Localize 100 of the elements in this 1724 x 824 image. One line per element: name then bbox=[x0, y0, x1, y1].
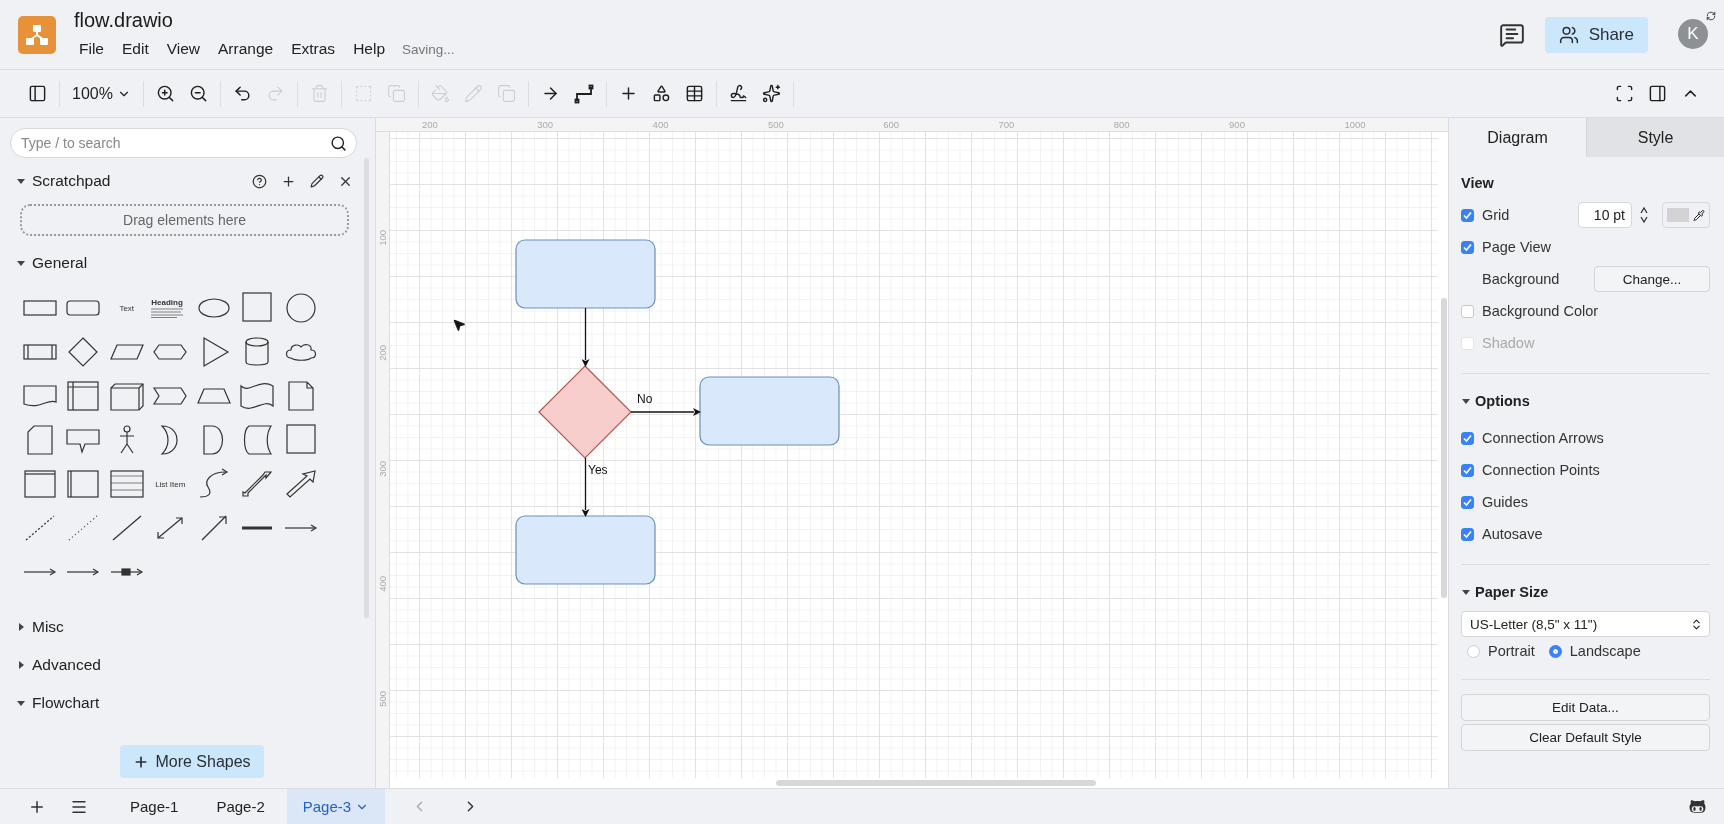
checkbox[interactable] bbox=[1461, 304, 1474, 318]
option-label: Autosave bbox=[1482, 526, 1544, 542]
option-label: Portrait bbox=[1488, 643, 1535, 659]
change-button[interactable]: Change... bbox=[1594, 266, 1710, 292]
scrollbar[interactable] bbox=[776, 780, 1096, 786]
connector-icon bbox=[66, 568, 101, 576]
section-title: View bbox=[1461, 174, 1495, 193]
ruler-label: 200 bbox=[377, 345, 389, 362]
comment-icon bbox=[1498, 21, 1525, 48]
tape-icon bbox=[239, 380, 276, 412]
cat-icon bbox=[1689, 798, 1706, 815]
checkmark-icon bbox=[1463, 242, 1472, 252]
checkbox[interactable] bbox=[1461, 208, 1474, 222]
cursor-icon bbox=[452, 318, 466, 332]
ruler-label: 600 bbox=[883, 118, 901, 131]
panel-tab[interactable]: Style bbox=[1586, 118, 1724, 157]
zoom-dropdown[interactable]: 100% bbox=[68, 80, 135, 107]
sync-icon bbox=[1706, 10, 1716, 21]
section-title[interactable]: Scratchpad bbox=[32, 172, 242, 190]
ruler-label: 300 bbox=[537, 118, 555, 131]
section-title[interactable]: General bbox=[32, 254, 357, 272]
help-icon bbox=[252, 173, 267, 189]
menu-item[interactable]: Arrange bbox=[211, 38, 281, 60]
checkbox[interactable] bbox=[1461, 495, 1474, 509]
option-label: Connection Arrows bbox=[1482, 430, 1605, 446]
ruler-label: 400 bbox=[652, 118, 670, 131]
paper-size-select[interactable]: US-Letter (8,5" x 11") bbox=[1461, 611, 1710, 637]
ruler-label: 800 bbox=[1113, 118, 1131, 131]
chevron-updown-icon bbox=[1690, 617, 1703, 631]
radio-button[interactable] bbox=[1467, 644, 1480, 658]
checkmark-icon bbox=[1463, 529, 1472, 539]
thick-line-icon bbox=[240, 524, 275, 532]
pencil-icon bbox=[310, 174, 324, 188]
option-label: Shadow bbox=[1482, 335, 1536, 351]
checkmark-icon bbox=[1463, 465, 1472, 475]
page-tab[interactable]: Page-2 bbox=[200, 788, 281, 824]
internal-storage-icon bbox=[65, 380, 102, 412]
spinner-arrows-icon bbox=[1640, 206, 1648, 224]
container-icon bbox=[21, 468, 58, 500]
ruler-label: 1000 bbox=[1344, 118, 1367, 131]
ruler-label: 400 bbox=[377, 575, 389, 592]
checkbox[interactable] bbox=[1461, 240, 1474, 254]
share-button[interactable]: Share bbox=[1544, 16, 1648, 53]
shape-label: Text bbox=[119, 303, 135, 313]
checkbox[interactable] bbox=[1461, 431, 1474, 445]
checkmark-icon bbox=[1463, 497, 1472, 507]
page-tab[interactable]: Page-1 bbox=[114, 788, 195, 824]
menu-item[interactable]: Help bbox=[346, 38, 392, 60]
eyedropper-icon bbox=[1693, 208, 1705, 222]
edge-label: No bbox=[637, 392, 653, 406]
text-lines-icon bbox=[151, 308, 184, 318]
panel-button[interactable]: Clear Default Style bbox=[1461, 724, 1710, 751]
ruler-label: 500 bbox=[377, 691, 389, 708]
edge-label: Yes bbox=[588, 463, 608, 477]
section-title[interactable]: Misc bbox=[32, 618, 357, 636]
file-title[interactable]: flow.drawio bbox=[72, 9, 1479, 32]
connector-arrow bbox=[630, 408, 701, 416]
section-title[interactable]: Paper Size bbox=[1475, 576, 1549, 608]
cube-icon bbox=[108, 380, 145, 412]
plus-icon bbox=[281, 173, 296, 189]
shape-label: List Item bbox=[155, 479, 186, 489]
swimlane-icon bbox=[65, 468, 102, 500]
ruler-label: 200 bbox=[422, 118, 439, 131]
menu-item[interactable]: Edit bbox=[115, 38, 156, 60]
connector-icon bbox=[22, 568, 57, 576]
connector-arrow bbox=[581, 457, 590, 517]
checkmark-icon bbox=[1463, 210, 1472, 220]
menu-item[interactable]: View bbox=[159, 38, 208, 60]
checkmark-icon bbox=[1463, 433, 1472, 443]
more-shapes-button[interactable]: More Shapes bbox=[120, 745, 264, 778]
ruler-label: 700 bbox=[998, 118, 1016, 131]
search-icon bbox=[330, 135, 347, 152]
grid-color-button[interactable] bbox=[1662, 202, 1710, 228]
checkbox[interactable] bbox=[1461, 463, 1474, 477]
ruler-label: 500 bbox=[767, 118, 785, 131]
ruler-label: 100 bbox=[377, 230, 389, 246]
option-label: Grid bbox=[1482, 207, 1511, 223]
shape-label: Heading bbox=[151, 298, 184, 307]
option-label: Background Color bbox=[1482, 303, 1600, 319]
menu-item[interactable]: Extras bbox=[284, 38, 343, 60]
scrollbar[interactable] bbox=[1441, 298, 1447, 598]
search-field[interactable]: Type / to search bbox=[10, 128, 357, 158]
option-label: Page View bbox=[1482, 239, 1553, 255]
save-status: Saving... bbox=[402, 41, 455, 57]
grid-size-field[interactable]: 10 pt bbox=[1578, 202, 1632, 228]
connector-box-icon bbox=[109, 568, 144, 576]
section-title[interactable]: Flowchart bbox=[32, 694, 357, 712]
drawing-canvas[interactable]: 200 300 400 500 600 700 800 900 1000 100 200 300 400 500 No Yes bbox=[376, 118, 1448, 788]
checkbox[interactable] bbox=[1461, 527, 1474, 541]
connector-arrow bbox=[581, 307, 590, 367]
menu-item[interactable]: File bbox=[72, 38, 111, 60]
section-title[interactable]: Advanced bbox=[32, 656, 357, 674]
section-title[interactable]: Options bbox=[1475, 385, 1530, 417]
panel-button[interactable]: Edit Data... bbox=[1461, 694, 1710, 721]
page-tab[interactable]: Page-3 bbox=[286, 788, 386, 824]
radio-button[interactable] bbox=[1548, 644, 1562, 658]
ruler-label: 900 bbox=[1229, 118, 1246, 131]
drop-zone[interactable]: Drag elements here bbox=[20, 204, 349, 236]
list-icon bbox=[108, 468, 145, 500]
option-label: Landscape bbox=[1569, 643, 1641, 659]
